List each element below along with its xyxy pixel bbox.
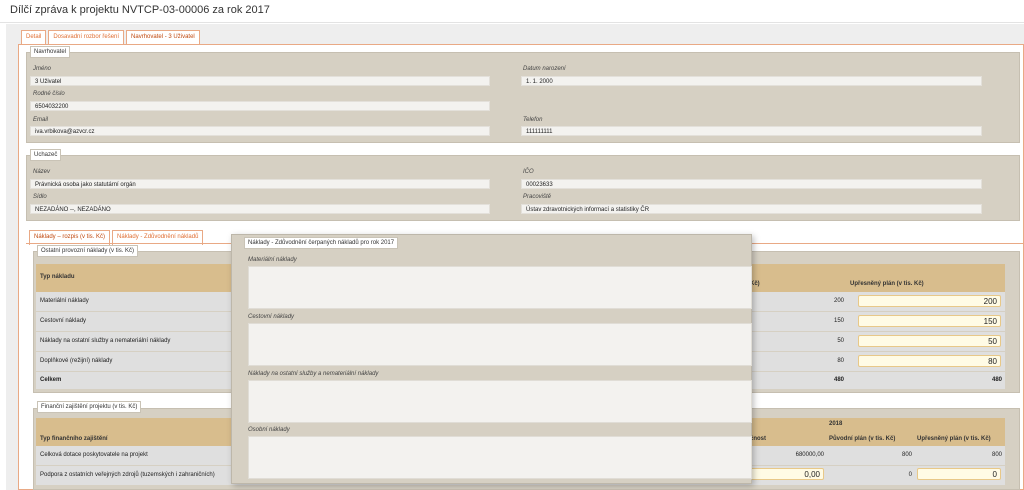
- row-puvodni-podpora: 0: [908, 472, 912, 478]
- navrhovatel-legend: Navrhovatel: [30, 46, 71, 58]
- sluzby-naklady-label: Náklady na ostatní služby a nemateriální…: [248, 371, 379, 377]
- tab-detail[interactable]: Detail: [21, 30, 47, 45]
- input-sluzby-plan[interactable]: 50: [858, 335, 1001, 347]
- telefon-label: Telefon: [523, 117, 543, 123]
- col-upresneny-plan-2018: Upřesněný plán (v tis. Kč): [917, 436, 991, 442]
- nazev-field[interactable]: Právnická osoba jako statutární orgán: [30, 179, 490, 189]
- row-label-podpora: Podpora z ostatních veřejných zdrojů (tu…: [40, 472, 215, 478]
- material-naklady-textarea[interactable]: [248, 266, 752, 309]
- year-header: 2018: [829, 421, 843, 427]
- pracoviste-field[interactable]: Ústav zdravotnických informací a statist…: [521, 204, 982, 214]
- row-orig-sluzby: 50: [837, 338, 844, 344]
- row-skutecnost-dotace: 680000,00: [795, 452, 824, 458]
- ico-label: IČO: [523, 169, 534, 175]
- input-material-plan[interactable]: 200: [858, 295, 1001, 307]
- dialog-legend: Náklady - Zdůvodnění čerpaných nákladů p…: [244, 237, 399, 249]
- col-upresneny-plan: Upřesněný plán (v tis. Kč): [850, 281, 924, 287]
- ostatni-naklady-legend: Ostatní provozní náklady (v tis. Kč): [37, 245, 139, 257]
- tab-navrhovatel[interactable]: Navrhovatel - 3 Uživatel: [126, 30, 200, 45]
- row-puvodni-dotace: 800: [901, 452, 912, 458]
- total-plan: 480: [991, 377, 1002, 383]
- material-naklady-label: Materiální náklady: [248, 257, 297, 263]
- row-label-cestovni: Cestovní náklady: [40, 318, 87, 324]
- uchazec-legend: Uchazeč: [30, 149, 62, 161]
- total-label: Celkem: [40, 377, 62, 383]
- row-label-material: Materiální náklady: [40, 298, 89, 304]
- cestovni-naklady-label: Cestovní náklady: [248, 314, 295, 320]
- sluzby-naklady-textarea[interactable]: [248, 380, 752, 423]
- financni-zajisteni-legend: Finanční zajištění projektu (v tis. Kč): [37, 401, 142, 413]
- page-title: Dílčí zpráva k projektu NVTCP-03-00006 z…: [10, 4, 270, 16]
- cestovni-naklady-textarea[interactable]: [248, 323, 752, 366]
- col-puvodni-plan: Původní plán (v tis. Kč): [829, 436, 896, 442]
- osobni-naklady-label: Osobní náklady: [248, 427, 290, 433]
- input-cestovni-plan[interactable]: 150: [858, 315, 1001, 327]
- input-podpora-upresneny[interactable]: 0: [917, 468, 1001, 480]
- rodne-cislo-field[interactable]: 6504032200: [30, 101, 490, 111]
- col-typ-nakladu: Typ nákladu: [40, 274, 75, 280]
- sidlo-field[interactable]: NEZADÁNO --, NEZADÁNO: [30, 204, 490, 214]
- row-orig-cestovni: 150: [833, 318, 844, 324]
- email-field[interactable]: iva.vrbikova@azvcr.cz: [30, 126, 490, 136]
- col-skutecnost-partial: čnost: [750, 436, 767, 442]
- rodne-cislo-label: Rodné číslo: [33, 91, 65, 97]
- telefon-field[interactable]: 111111111: [521, 126, 982, 136]
- sidlo-label: Sídlo: [33, 194, 47, 200]
- datum-narozeni-field[interactable]: 1. 1. 2000: [521, 76, 982, 86]
- row-orig-doplnkove: 80: [837, 358, 844, 364]
- datum-narozeni-label: Datum narození: [523, 66, 566, 72]
- row-label-doplnkove: Doplňkové (režijní) náklady: [40, 358, 113, 364]
- input-doplnkove-plan[interactable]: 80: [858, 355, 1001, 367]
- row-upresneny-dotace: 800: [991, 452, 1002, 458]
- osobni-naklady-textarea[interactable]: [248, 436, 752, 479]
- pracoviste-label: Pracoviště: [523, 194, 552, 200]
- title-divider: [0, 22, 1024, 23]
- zduvodneni-nakladu-dialog: Náklady - Zdůvodnění čerpaných nákladů p…: [231, 234, 752, 484]
- input-podpora-skutecnost[interactable]: 0,00: [740, 468, 824, 480]
- row-orig-material: 200: [833, 298, 844, 304]
- tab-dosavadni-rozbor[interactable]: Dosavadní rozbor řešení: [48, 30, 125, 45]
- jmeno-label: Jméno: [33, 66, 52, 72]
- email-label: Email: [33, 117, 49, 123]
- nazev-label: Název: [33, 169, 51, 175]
- jmeno-field[interactable]: 3 Uživatel: [30, 76, 490, 86]
- col-typ-financniho: Typ finančního zajištění: [40, 436, 108, 442]
- top-tabs: Detail Dosavadní rozbor řešení Navrhovat…: [21, 30, 202, 45]
- total-orig: 480: [833, 377, 844, 383]
- ico-field[interactable]: 00023633: [521, 179, 982, 189]
- row-label-sluzby: Náklady na ostatní služby a nemateriální…: [40, 338, 171, 344]
- row-label-dotace: Celková dotace poskytovatele na projekt: [40, 452, 148, 458]
